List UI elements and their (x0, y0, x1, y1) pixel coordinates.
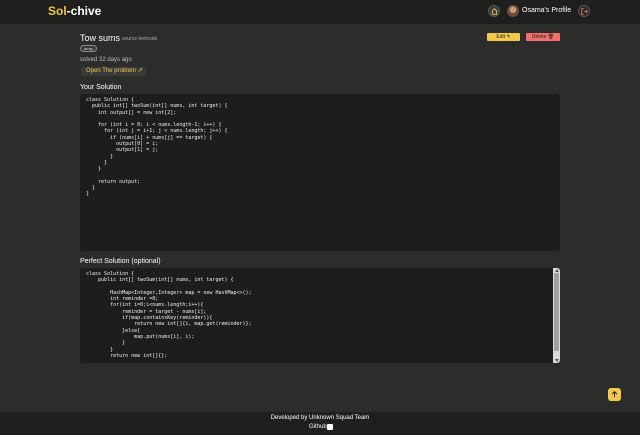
your-solution-code[interactable]: class Solution { public int[] twoSum(int… (80, 94, 560, 251)
brand-logo[interactable]: Sol-chive (48, 4, 101, 18)
github-link[interactable]: Github (309, 424, 327, 430)
home-button[interactable] (488, 5, 500, 17)
problem-source: source leetcode (122, 36, 158, 42)
your-solution-code-text: class Solution { public int[] twoSum(int… (86, 97, 228, 198)
your-solution-label: Your Solution (80, 84, 122, 91)
logout-button[interactable] (578, 5, 590, 17)
scroll-to-top-button[interactable] (608, 388, 621, 401)
footer-credit: Developed by Unknown Squad Team (270, 415, 370, 421)
scroll-thumb[interactable] (554, 273, 559, 351)
navbar: Sol-chive Osama's Profile (0, 0, 640, 24)
avatar[interactable] (507, 5, 519, 17)
delete-button[interactable]: Delete 🗑 (526, 33, 560, 41)
perfect-solution-label: Perfect Solution (optional) (80, 258, 161, 265)
edit-button[interactable]: Edit ✎ (487, 33, 520, 41)
home-icon (490, 7, 498, 15)
open-problem-button[interactable]: Open The problem ↗ (81, 67, 146, 76)
code-scrollbar[interactable] (553, 268, 560, 363)
brand-part1: Sol (48, 4, 67, 18)
tag-badge: array (80, 45, 98, 52)
footer: Developed by Unknown Squad Team Github (0, 412, 640, 435)
perfect-solution-code[interactable]: class Solution { public int[] twoSum(int… (80, 268, 560, 363)
arrow-up-icon (611, 391, 618, 398)
brand-part2: -chive (66, 4, 102, 18)
scroll-down-icon[interactable] (555, 359, 559, 362)
logout-icon (580, 7, 588, 15)
scroll-up-icon[interactable] (555, 269, 559, 272)
profile-link[interactable]: Osama's Profile (522, 7, 571, 14)
solved-date: solved 32 days ago (80, 57, 132, 63)
github-icon[interactable] (327, 424, 333, 430)
perfect-solution-code-text: class Solution { public int[] twoSum(int… (86, 271, 252, 359)
problem-title: Tow sums (80, 33, 121, 43)
